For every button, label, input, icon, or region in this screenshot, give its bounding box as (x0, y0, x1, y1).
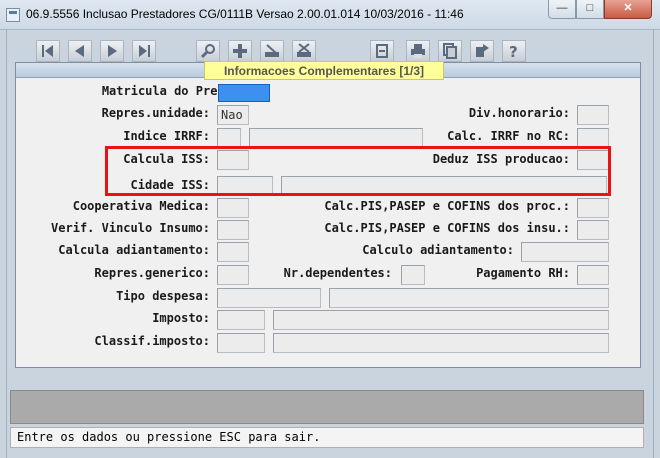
close-button[interactable]: ✕ (604, 0, 652, 19)
export-icon (476, 44, 489, 57)
pagamento-rh-label: Pagamento RH: (476, 266, 570, 280)
previous-record-button[interactable] (68, 40, 92, 62)
nr-dependentes-input[interactable] (401, 265, 425, 285)
calc-irrf-rc-label: Calc. IRRF no RC: (447, 129, 570, 143)
indice-irrf-input[interactable] (217, 128, 241, 148)
calculo-adiantamento-label: Calculo adiantamento: (362, 243, 514, 257)
classif-imposto-description (273, 333, 609, 353)
next-record-icon (108, 45, 117, 57)
first-record-button[interactable] (36, 40, 60, 62)
edit-icon (265, 44, 279, 57)
maximize-button[interactable]: □ (576, 0, 604, 19)
search-button[interactable] (196, 40, 220, 62)
repres-unidade-label: Repres.unidade: (101, 106, 210, 120)
cooperativa-medica-input[interactable] (217, 198, 249, 218)
filter-button[interactable] (370, 40, 394, 62)
indice-irrf-label: Indice IRRF: (123, 129, 210, 143)
verif-vinculo-label: Verif. Vinculo Insumo: (51, 221, 210, 235)
matricula-input[interactable] (218, 84, 270, 102)
print-button[interactable] (406, 40, 430, 62)
repres-generico-input[interactable] (217, 265, 249, 285)
repres-unidade-select[interactable]: Nao (217, 105, 249, 125)
calcula-adiantamento-label: Calcula adiantamento: (58, 243, 210, 257)
tipo-despesa-input[interactable] (217, 288, 321, 308)
delete-icon (297, 43, 311, 57)
svg-text:?: ? (509, 43, 518, 59)
status-message: Entre os dados ou pressione ESC para sai… (17, 430, 321, 444)
indice-irrf-description (249, 128, 423, 148)
message-area (10, 390, 644, 424)
calc-pis-insu-input[interactable] (577, 220, 609, 240)
edit-button[interactable] (260, 40, 284, 62)
filter-icon (376, 44, 388, 58)
verif-vinculo-input[interactable] (217, 220, 249, 240)
first-record-icon (42, 45, 53, 57)
next-record-button[interactable] (100, 40, 124, 62)
print-icon (411, 44, 425, 58)
calculo-adiantamento-input[interactable] (521, 242, 609, 262)
help-button[interactable]: ? (502, 40, 526, 62)
calc-pis-insu-label: Calc.PIS,PASEP e COFINS dos insu.: (324, 221, 570, 235)
classif-imposto-label: Classif.imposto: (94, 334, 210, 348)
cooperativa-medica-label: Cooperativa Medica: (72, 199, 210, 213)
imposto-description (273, 310, 609, 330)
search-icon (200, 44, 215, 59)
imposto-label: Imposto: (152, 311, 210, 325)
add-icon (233, 44, 247, 58)
help-icon: ? (509, 43, 518, 59)
repres-generico-label: Repres.generico: (94, 266, 210, 280)
window-title: 06.9.5556 Inclusao Prestadores CG/0111B … (26, 7, 464, 21)
classif-imposto-input[interactable] (217, 333, 265, 353)
delete-button[interactable] (292, 40, 316, 62)
minimize-button[interactable]: — (548, 0, 576, 19)
div-honorario-label: Div.honorario: (468, 106, 570, 120)
div-honorario-input[interactable] (577, 105, 609, 125)
app-icon (6, 8, 20, 22)
last-record-icon (139, 45, 150, 57)
last-record-button[interactable] (132, 40, 156, 62)
export-button[interactable] (470, 40, 494, 62)
previous-record-icon (75, 45, 84, 57)
copy-button[interactable] (438, 40, 462, 62)
calc-irrf-rc-input[interactable] (577, 128, 609, 148)
panel-title: Informacoes Complementares [1/3] (204, 61, 444, 80)
calc-pis-proc-input[interactable] (577, 198, 609, 218)
copy-icon (443, 43, 457, 59)
tipo-despesa-description (329, 288, 609, 308)
tipo-despesa-label: Tipo despesa: (116, 289, 210, 303)
add-button[interactable] (228, 40, 252, 62)
calc-pis-proc-label: Calc.PIS,PASEP e COFINS dos proc.: (324, 199, 570, 213)
imposto-input[interactable] (217, 310, 265, 330)
nr-dependentes-label: Nr.dependentes: (283, 266, 392, 280)
highlight-box (105, 146, 611, 196)
pagamento-rh-input[interactable] (577, 265, 609, 285)
calcula-adiantamento-input[interactable] (217, 242, 249, 262)
